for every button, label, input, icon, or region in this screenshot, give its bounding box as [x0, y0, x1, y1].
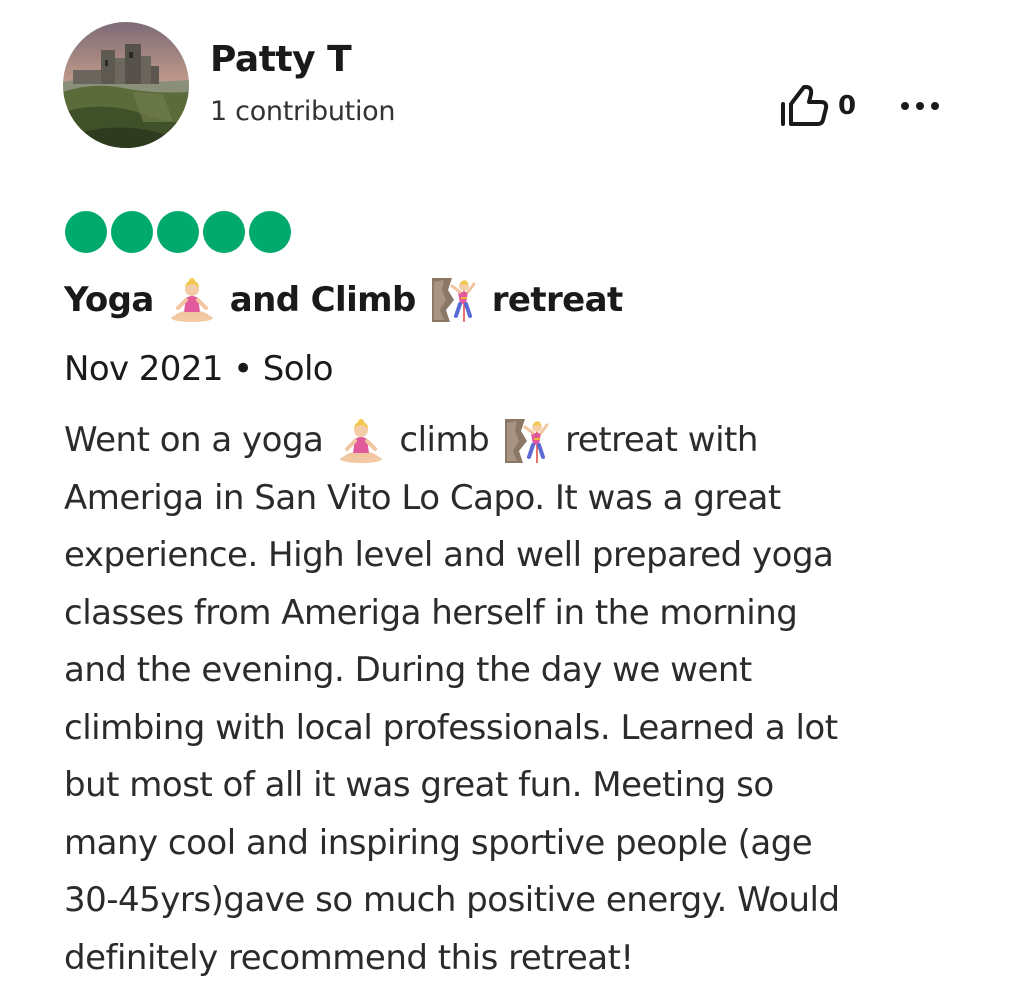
review-body: Went on a yoga climb retreat with Amerig… — [64, 412, 984, 987]
avatar-image — [63, 22, 189, 148]
climbing-person-icon — [430, 276, 478, 324]
more-dots-icon — [901, 102, 939, 110]
helpful-count: 0 — [838, 91, 857, 121]
author-name[interactable]: Patty T — [210, 38, 352, 82]
rating-bubble — [249, 211, 291, 253]
body-line: climbing with local professionals. Learn… — [64, 707, 838, 748]
body-line: and the evening. During the day we went — [64, 650, 752, 690]
body-line: but most of all it was great fun. Meetin… — [64, 765, 774, 805]
contribution-count: 1 contribution — [210, 96, 396, 127]
rating-bubble — [111, 211, 153, 253]
yoga-person-icon — [168, 276, 216, 324]
body-line: Went on a yoga climb retreat with — [64, 412, 984, 470]
body-text-part: retreat with — [565, 420, 758, 460]
body-text-part: Went on a yoga — [64, 420, 324, 460]
rating-bubble — [157, 211, 199, 253]
review-title[interactable]: Yoga and Climb retreat — [64, 276, 623, 324]
thumbs-up-icon — [781, 85, 829, 126]
body-line: many cool and inspiring sportive people … — [64, 822, 813, 863]
title-part: and Climb — [229, 280, 417, 320]
rating-bubbles — [65, 211, 295, 253]
yoga-person-icon — [337, 417, 385, 465]
rating-bubble — [65, 211, 107, 253]
body-line: experience. High level and well prepared… — [64, 535, 834, 575]
climbing-person-icon — [503, 417, 551, 465]
rating-bubble — [203, 211, 245, 253]
title-part: retreat — [491, 280, 624, 320]
trip-meta: Nov 2021 • Solo — [64, 349, 334, 389]
more-options-button[interactable] — [896, 86, 944, 126]
avatar[interactable] — [63, 22, 189, 148]
helpful-vote-button[interactable]: 0 — [778, 84, 856, 128]
body-text-part: climb — [399, 420, 490, 460]
title-part: Yoga — [64, 280, 154, 320]
body-line: definitely recommend this retreat! — [64, 937, 634, 978]
body-line: 30-45yrs)gave so much positive energy. W… — [64, 880, 840, 920]
body-line: classes from Ameriga herself in the morn… — [64, 592, 798, 633]
body-line: Ameriga in San Vito Lo Capo. It was a gr… — [64, 477, 781, 518]
